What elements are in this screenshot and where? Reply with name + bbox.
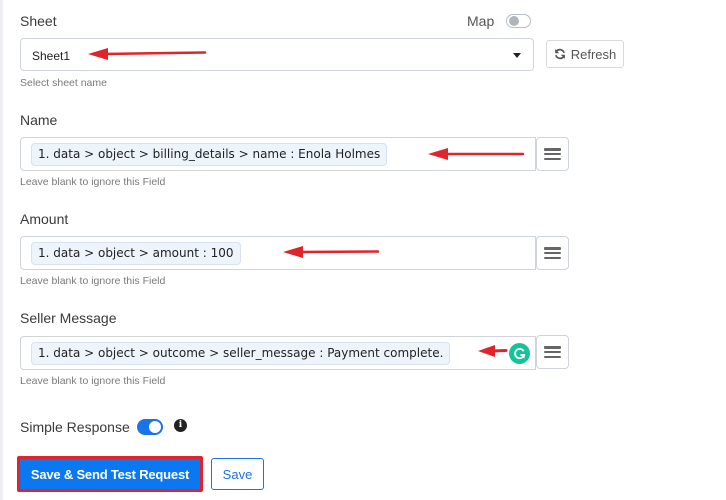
- refresh-label: Refresh: [570, 46, 617, 62]
- refresh-icon: [554, 48, 565, 60]
- menu-icon: [544, 346, 561, 358]
- refresh-button[interactable]: Refresh: [546, 40, 624, 68]
- left-border-strip: [0, 0, 3, 500]
- sheet-label: Sheet: [20, 13, 57, 29]
- seller-message-help-text: Leave blank to ignore this Field: [20, 375, 166, 387]
- amount-mapped-value-chip[interactable]: 1. data > object > amount : 100: [31, 242, 241, 265]
- name-help-text: Leave blank to ignore this Field: [20, 176, 166, 188]
- toggle-knob: [509, 16, 519, 26]
- amount-label: Amount: [20, 211, 69, 227]
- save-and-send-test-request-button[interactable]: Save & Send Test Request: [17, 456, 203, 492]
- annotation-arrow-icon: [283, 246, 380, 258]
- seller-message-field[interactable]: 1. data > object > outcome > seller_mess…: [20, 336, 536, 370]
- grammarly-icon[interactable]: [509, 343, 530, 364]
- info-icon[interactable]: i: [174, 419, 187, 432]
- annotation-arrow-icon: [478, 345, 508, 357]
- map-label: Map: [467, 13, 495, 29]
- amount-help-text: Leave blank to ignore this Field: [20, 275, 166, 287]
- menu-icon: [544, 247, 561, 259]
- amount-field-menu-button[interactable]: [536, 236, 569, 270]
- caret-down-icon: [513, 53, 521, 58]
- sheet-help-text: Select sheet name: [20, 77, 107, 89]
- annotation-arrow-icon: [428, 148, 525, 160]
- name-field-menu-button[interactable]: [536, 137, 569, 171]
- simple-response-toggle[interactable]: [137, 419, 163, 435]
- seller-message-field-menu-button[interactable]: [536, 335, 569, 369]
- annotation-arrow-icon: [88, 48, 207, 60]
- name-label: Name: [20, 112, 58, 128]
- simple-response-label: Simple Response: [20, 419, 130, 435]
- seller-message-label: Seller Message: [20, 310, 117, 326]
- sheet-select-value: Sheet1: [32, 49, 71, 63]
- menu-icon: [544, 148, 561, 160]
- map-toggle[interactable]: [506, 14, 531, 28]
- seller-message-mapped-value-chip[interactable]: 1. data > object > outcome > seller_mess…: [31, 342, 451, 365]
- name-mapped-value-chip[interactable]: 1. data > object > billing_details > nam…: [31, 143, 388, 166]
- save-button[interactable]: Save: [211, 458, 264, 490]
- amount-field[interactable]: 1. data > object > amount : 100: [20, 236, 536, 270]
- toggle-knob: [149, 421, 161, 433]
